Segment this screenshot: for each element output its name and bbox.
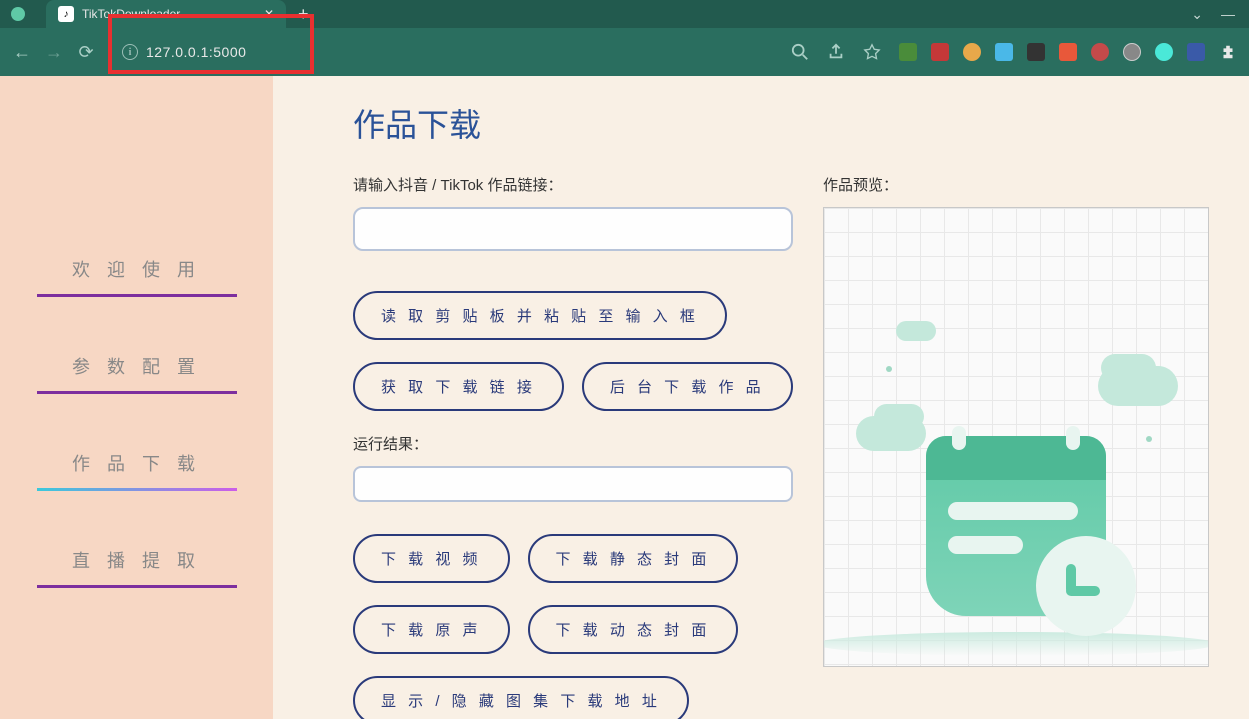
url-text: 127.0.0.1:5000 xyxy=(146,44,246,60)
download-dynamic-cover-button[interactable]: 下 载 动 态 封 面 xyxy=(528,605,739,654)
clock-icon xyxy=(1036,536,1136,636)
placeholder-illustration xyxy=(846,306,1186,656)
bookmark-icon[interactable] xyxy=(863,43,881,61)
browser-toolbar: ← → ⟳ i 127.0.0.1:5000 xyxy=(0,28,1249,76)
site-info-icon[interactable]: i xyxy=(122,44,138,60)
address-bar[interactable]: i 127.0.0.1:5000 xyxy=(108,38,260,66)
share-icon[interactable] xyxy=(827,43,845,61)
extension-icons xyxy=(899,43,1237,61)
window-menu-icon[interactable]: ⌄ xyxy=(1191,6,1203,23)
new-tab-button[interactable]: + xyxy=(298,4,309,25)
calendar-icon xyxy=(926,436,1106,616)
preview-label: 作品预览： xyxy=(823,174,1209,195)
browser-tab-strip: ♪ TikTokDownloader ✕ + ⌄ — xyxy=(0,0,1249,28)
download-audio-button[interactable]: 下 载 原 声 xyxy=(353,605,510,654)
get-link-button[interactable]: 获 取 下 载 链 接 xyxy=(353,362,564,411)
close-tab-icon[interactable]: ✕ xyxy=(264,7,274,21)
extension-icon[interactable] xyxy=(931,43,949,61)
extension-icon[interactable] xyxy=(995,43,1013,61)
download-static-cover-button[interactable]: 下 载 静 态 封 面 xyxy=(528,534,739,583)
sidebar-item-label: 参 数 配 置 xyxy=(37,353,237,391)
sidebar-item-label: 欢 迎 使 用 xyxy=(37,256,237,294)
extension-icon[interactable] xyxy=(1155,43,1173,61)
main-content: 作品下载 请输入抖音 / TikTok 作品链接： 读 取 剪 贴 板 并 粘 … xyxy=(273,76,1249,719)
download-video-button[interactable]: 下 载 视 频 xyxy=(353,534,510,583)
extension-icon[interactable] xyxy=(1027,43,1045,61)
sidebar-item-label: 作 品 下 载 xyxy=(37,450,237,488)
extension-icon[interactable] xyxy=(899,43,917,61)
preview-placeholder xyxy=(823,207,1209,667)
toggle-gallery-button[interactable]: 显 示 / 隐 藏 图 集 下 载 地 址 xyxy=(353,676,689,719)
sidebar-item-label: 直 播 提 取 xyxy=(37,547,237,585)
minimize-icon[interactable]: — xyxy=(1221,6,1235,23)
url-input[interactable] xyxy=(353,207,793,251)
sidebar: 欢 迎 使 用 参 数 配 置 作 品 下 载 直 播 提 取 xyxy=(0,76,273,719)
result-output[interactable] xyxy=(353,466,793,502)
tab-favicon-icon: ♪ xyxy=(58,6,74,22)
sidebar-item-welcome[interactable]: 欢 迎 使 用 xyxy=(37,256,237,297)
back-button[interactable]: ← xyxy=(12,42,32,63)
sidebar-item-config[interactable]: 参 数 配 置 xyxy=(37,353,237,394)
extension-icon[interactable] xyxy=(1187,43,1205,61)
browser-tab[interactable]: ♪ TikTokDownloader ✕ xyxy=(46,0,286,28)
extension-icon[interactable] xyxy=(1059,43,1077,61)
page-title: 作品下载 xyxy=(353,100,1209,146)
search-icon[interactable] xyxy=(791,43,809,61)
forward-button[interactable]: → xyxy=(44,42,64,63)
window-controls: ⌄ — xyxy=(1191,6,1249,23)
tab-title: TikTokDownloader xyxy=(82,7,180,21)
result-label: 运行结果： xyxy=(353,433,793,454)
sidebar-item-live[interactable]: 直 播 提 取 xyxy=(37,547,237,588)
reload-button[interactable]: ⟳ xyxy=(76,42,96,63)
extension-icon[interactable] xyxy=(963,43,981,61)
background-download-button[interactable]: 后 台 下 载 作 品 xyxy=(582,362,793,411)
url-input-label: 请输入抖音 / TikTok 作品链接： xyxy=(353,174,793,195)
paste-clipboard-button[interactable]: 读 取 剪 贴 板 并 粘 贴 至 输 入 框 xyxy=(353,291,727,340)
sidebar-item-download[interactable]: 作 品 下 载 xyxy=(37,450,237,491)
extension-icon[interactable] xyxy=(1123,43,1141,61)
extensions-menu-icon[interactable] xyxy=(1219,43,1237,61)
extension-icon[interactable] xyxy=(1091,43,1109,61)
profile-icon xyxy=(10,6,26,22)
